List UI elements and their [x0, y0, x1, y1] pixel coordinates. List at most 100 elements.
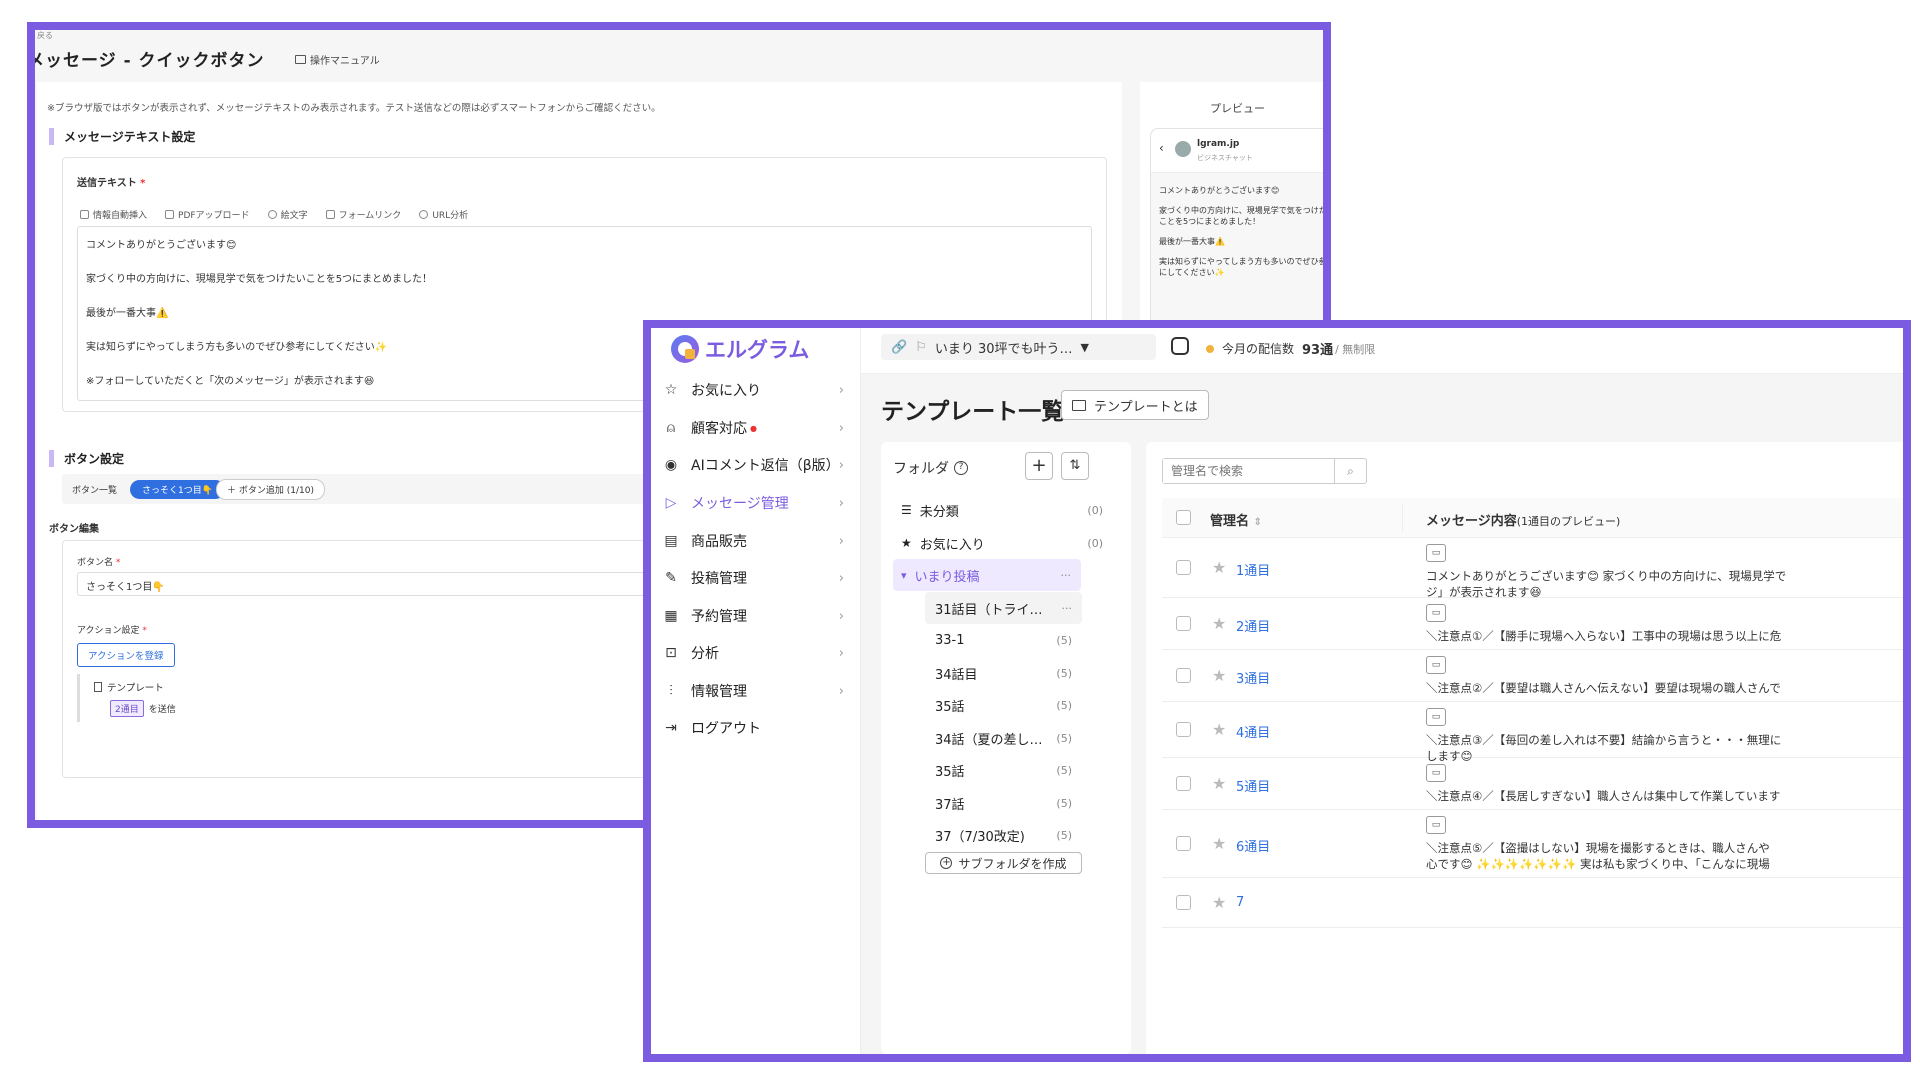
sidebar-item-customer[interactable]: ⍝ 顧客対応 ● ›	[651, 408, 856, 448]
sidebar-item-analytics[interactable]: ⊡ 分析 ›	[651, 633, 856, 673]
url-analysis-tool[interactable]: URL分析	[419, 208, 468, 221]
help-icon[interactable]: ?	[954, 461, 968, 475]
favorite-star-icon[interactable]: ★	[1212, 720, 1226, 739]
button-section-heading: ボタン設定	[49, 450, 124, 467]
row-checkbox[interactable]	[1176, 560, 1191, 575]
more-options-icon[interactable]: ···	[1062, 602, 1073, 615]
plus-circle-icon: +	[940, 857, 953, 869]
shop-icon: ⚐	[915, 339, 927, 355]
template-name-link[interactable]: 1通目	[1236, 560, 1270, 579]
sort-folder-button[interactable]: ⇅	[1061, 452, 1089, 480]
back-chevron-icon[interactable]: ‹	[1159, 141, 1164, 155]
account-selector[interactable]: 🔗 ⚐ いまり 30坪でも叶う… ▼	[881, 334, 1156, 360]
folder-count: (5)	[1056, 698, 1072, 712]
folder-item[interactable]: ▾ いまり投稿 ···	[893, 559, 1081, 591]
table-row[interactable]: ★ 7	[1162, 878, 1903, 928]
row-checkbox[interactable]	[1176, 668, 1191, 683]
sidebar-item-posts[interactable]: ✎ 投稿管理 ›	[651, 558, 856, 598]
favorite-star-icon[interactable]: ★	[1212, 614, 1226, 633]
sidebar-item-info[interactable]: ⫶ 情報管理 ›	[651, 671, 856, 711]
template-name-link[interactable]: 7	[1236, 895, 1244, 910]
sidebar-item-favorites[interactable]: ☆ お気に入り ›	[651, 370, 856, 410]
message-type-icon: ▭	[1426, 656, 1446, 674]
row-checkbox[interactable]	[1176, 895, 1191, 910]
favorite-star-icon[interactable]: ★	[1212, 558, 1226, 577]
table-row[interactable]: ★ 5通目 ▭ ＼注意点④／【長居しすぎない】職人さんは集中して作業しています	[1162, 758, 1903, 810]
folder-item[interactable]: 35話 (5)	[925, 689, 1082, 721]
file-icon	[165, 210, 175, 219]
pdf-upload-tool[interactable]: PDFアップロード	[165, 208, 250, 221]
add-folder-button[interactable]: +	[1025, 452, 1053, 480]
button-tab-active[interactable]: さっそく1つ目👇	[130, 480, 225, 499]
folder-count: (5)	[1056, 633, 1072, 647]
template-table-panel: ⌕ 管理名 ⇕ メッセージ内容(1通目のプレビュー) ★ 1通目 ▭ コメントありがと…	[1146, 442, 1903, 1054]
star-icon: ★	[901, 536, 912, 550]
row-checkbox[interactable]	[1176, 776, 1191, 791]
folder-item[interactable]: 33-1 (5)	[925, 624, 1082, 656]
folder-item[interactable]: 34話（夏の差し… (5)	[925, 722, 1082, 754]
logo-icon	[671, 335, 699, 363]
chevron-right-icon: ›	[838, 420, 844, 436]
avatar	[1175, 141, 1191, 157]
template-name-link[interactable]: 4通目	[1236, 722, 1270, 741]
folder-item[interactable]: ★ お気に入り (0)	[881, 527, 1131, 559]
sidebar-item-message[interactable]: ▷ メッセージ管理 ›	[651, 483, 856, 523]
row-checkbox[interactable]	[1176, 722, 1191, 737]
button-list-bar: ボタン一覧 さっそく1つ目👇 ＋ ボタン追加 (1/10)	[62, 474, 662, 504]
favorite-star-icon[interactable]: ★	[1212, 893, 1226, 912]
sidebar-item-label: 投稿管理	[691, 571, 747, 587]
notification-dot: ●	[750, 423, 757, 433]
register-action-button[interactable]: アクションを登録	[77, 643, 175, 667]
back-link[interactable]: 戻る	[37, 30, 53, 41]
table-row[interactable]: ★ 1通目 ▭ コメントありがとうございます😊 家づくり中の方向けに、現場見学で ジ」が…	[1162, 538, 1903, 599]
logo[interactable]: エルグラム	[671, 334, 809, 364]
template-tag[interactable]: 2通目	[110, 700, 144, 717]
document-icon	[94, 682, 102, 692]
emoji-tool[interactable]: 絵文字	[267, 208, 308, 221]
folder-item[interactable]: 34話目 (5)	[925, 657, 1082, 689]
table-row[interactable]: ★ 3通目 ▭ ＼注意点②／【要望は職人さんへ伝えない】要望は現場の職人さんで	[1162, 650, 1903, 702]
folder-count: (5)	[1056, 666, 1072, 680]
delivery-count: 93通	[1302, 343, 1334, 358]
auto-insert-tool[interactable]: 情報自動挿入	[80, 208, 147, 221]
folder-item[interactable]: ☰ 未分類 (0)	[881, 494, 1131, 526]
template-name-link[interactable]: 3通目	[1236, 668, 1270, 687]
chevron-right-icon: ›	[838, 645, 844, 661]
search-input[interactable]	[1163, 459, 1334, 483]
folder-label: お気に入り	[919, 537, 985, 553]
instagram-icon[interactable]	[1171, 337, 1189, 355]
sidebar-item-logout[interactable]: ⇥ ログアウト	[651, 708, 856, 748]
select-all-checkbox[interactable]	[1176, 510, 1191, 525]
favorite-star-icon[interactable]: ★	[1212, 834, 1226, 853]
favorite-star-icon[interactable]: ★	[1212, 666, 1226, 685]
sidebar-item-ai-comment[interactable]: ◉ AIコメント返信（β版） ›	[651, 445, 856, 485]
col-header-name[interactable]: 管理名 ⇕	[1210, 510, 1262, 529]
about-template-button[interactable]: テンプレートとは	[1061, 390, 1209, 420]
favorite-star-icon[interactable]: ★	[1212, 774, 1226, 793]
search-icon[interactable]: ⌕	[1334, 459, 1366, 483]
folder-count: (0)	[1087, 503, 1103, 517]
folder-item[interactable]: 35話 (5)	[925, 754, 1082, 786]
folder-item[interactable]: 37話 (5)	[925, 787, 1082, 819]
folder-item[interactable]: 37（7/30改定) (5)	[925, 819, 1082, 851]
row-checkbox[interactable]	[1176, 836, 1191, 851]
sidebar-item-products[interactable]: ▤ 商品販売 ›	[651, 521, 856, 561]
manual-link[interactable]: 操作マニュアル	[295, 52, 380, 67]
message-type-icon: ▭	[1426, 816, 1446, 834]
table-row[interactable]: ★ 6通目 ▭ ＼注意点⑤／【盗撮はしない】現場を撮影するときは、職人さんや 心です😊 …	[1162, 810, 1903, 878]
template-name-link[interactable]: 6通目	[1236, 836, 1270, 855]
template-name-link[interactable]: 5通目	[1236, 776, 1270, 795]
table-row[interactable]: ★ 4通目 ▭ ＼注意点③／【毎回の差し入れは不要】結論から言うと・・・無理に します😊	[1162, 702, 1903, 763]
add-button-button[interactable]: ＋ ボタン追加 (1/10)	[216, 479, 325, 500]
table-row[interactable]: ★ 2通目 ▭ ＼注意点①／【勝手に現場へ入らない】工事中の現場は思う以上に危	[1162, 598, 1903, 650]
folder-item[interactable]: 31話目（トライ… ···	[925, 592, 1082, 624]
sidebar-item-reservations[interactable]: ▦ 予約管理 ›	[651, 596, 856, 636]
more-options-icon[interactable]: ···	[1061, 569, 1072, 582]
template-list-window: エルグラム ☆ お気に入り › ⍝ 顧客対応 ● › ◉ AIコメント返信（β版） › ▷ メッセージ…	[643, 320, 1911, 1062]
template-name-link[interactable]: 2通目	[1236, 616, 1270, 635]
create-subfolder-button[interactable]: + サブフォルダを作成	[925, 852, 1082, 874]
row-checkbox[interactable]	[1176, 616, 1191, 631]
message-preview-line: ＼注意点①／【勝手に現場へ入らない】工事中の現場は思う以上に危	[1426, 629, 1782, 643]
form-link-tool[interactable]: フォームリンク	[325, 208, 401, 221]
folder-label: 31話目（トライ…	[935, 602, 1043, 618]
